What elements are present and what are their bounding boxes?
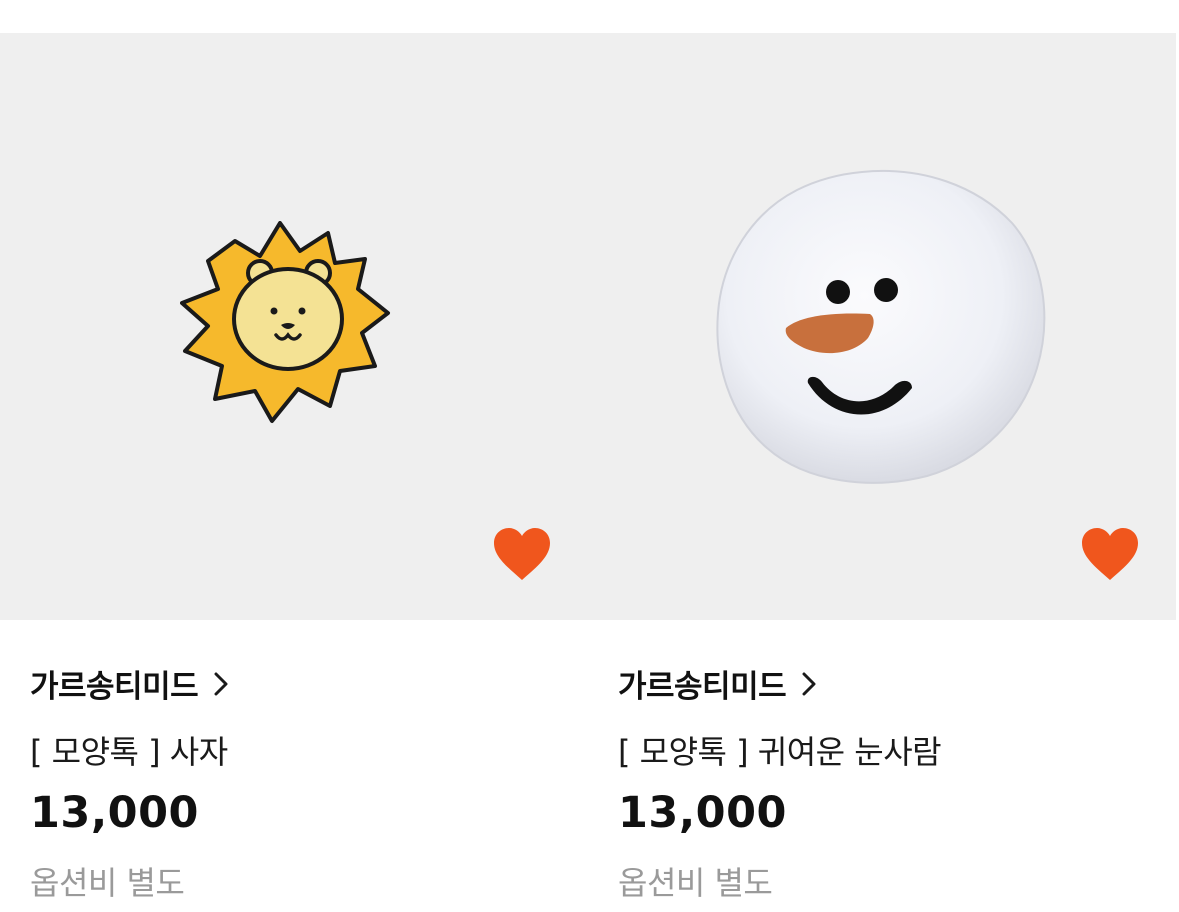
brand-name: 가르송티미드 [618, 669, 787, 705]
product-grid: 가르송티미드 [ 모양톡 ] 사자 13,000 옵션비 별도 가르송티미드 [… [0, 33, 1179, 912]
product-price: 13,000 [30, 788, 199, 838]
product-title[interactable]: [ 모양톡 ] 귀여운 눈사람 [618, 727, 942, 773]
heart-icon[interactable] [492, 526, 552, 582]
option-note: 옵션비 별도 [30, 864, 185, 902]
lion-sticker-image [180, 221, 390, 423]
brand-link[interactable]: 가르송티미드 [618, 661, 816, 706]
brand-link[interactable]: 가르송티미드 [30, 661, 228, 706]
product-image[interactable] [0, 33, 588, 620]
chevron-right-icon [214, 672, 228, 695]
product-image[interactable] [588, 33, 1176, 620]
snowman-sticker-image [716, 169, 1046, 484]
product-card[interactable]: 가르송티미드 [ 모양톡 ] 사자 13,000 옵션비 별도 [0, 33, 588, 912]
chevron-right-icon [802, 672, 816, 695]
product-title[interactable]: [ 모양톡 ] 사자 [30, 727, 228, 773]
product-card[interactable]: 가르송티미드 [ 모양톡 ] 귀여운 눈사람 13,000 옵션비 별도 [588, 33, 1176, 912]
product-price: 13,000 [618, 788, 787, 838]
option-note: 옵션비 별도 [618, 864, 773, 902]
brand-name: 가르송티미드 [30, 669, 199, 705]
heart-icon[interactable] [1080, 526, 1140, 582]
